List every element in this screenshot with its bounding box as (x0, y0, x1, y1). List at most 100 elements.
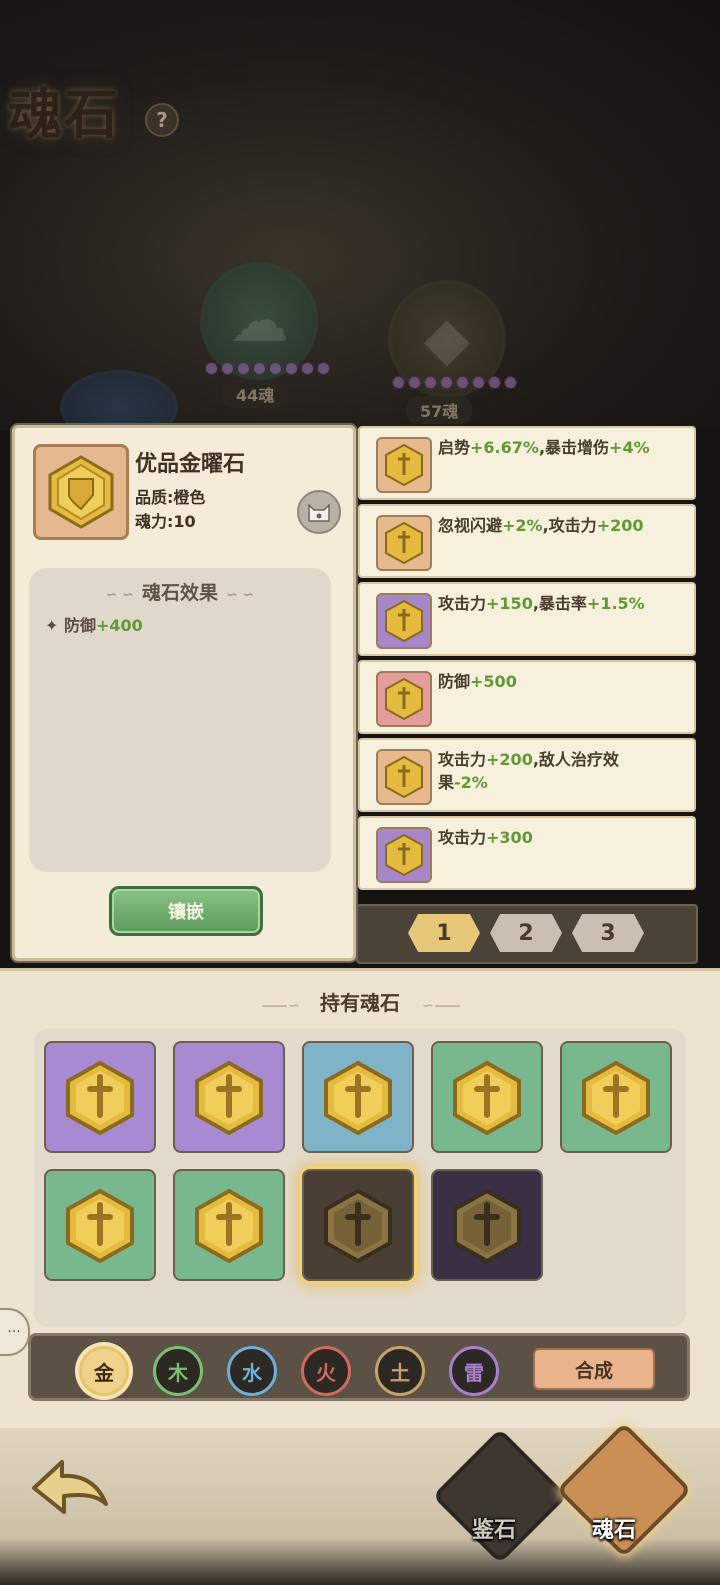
stone-thumb-icon (376, 671, 432, 727)
owned-stone-slot[interactable] (44, 1169, 156, 1281)
stat-value-2: +4% (609, 438, 650, 457)
stone-power: 魂力:10 (135, 512, 196, 531)
sword-gem-icon (453, 1060, 521, 1136)
soul-effect-item[interactable]: 启势+6.67%,暴击增伤+4% (358, 426, 696, 500)
sword-gem-icon (385, 755, 423, 799)
stat-name-2: ,攻击力 (542, 516, 597, 535)
stat-value: +6.67% (470, 438, 539, 457)
stat-value: +150 (486, 594, 533, 613)
owned-title: —— ∽ 持有魂石 ∽ —— (0, 987, 720, 1016)
owned-stone-slot[interactable] (431, 1041, 543, 1153)
cloud-icon: ☁ (229, 286, 289, 356)
sword-gem-icon (453, 1188, 521, 1264)
page-button-1[interactable]: 1 (408, 914, 480, 952)
owned-stone-slot[interactable] (302, 1169, 414, 1281)
stone-thumb-icon (376, 749, 432, 805)
inlay-button[interactable]: 镶嵌 (109, 886, 263, 936)
stat-name-2: ,暴击增伤 (538, 438, 610, 457)
stat-value: +2% (502, 516, 543, 535)
cat-lock-glyph (308, 503, 330, 522)
owned-stone-slot[interactable] (431, 1169, 543, 1281)
element-filter-bar: 合成 金木水火土雷 (28, 1333, 690, 1401)
page-selector: 1 2 3 (356, 904, 698, 964)
stat-name: 防御 (438, 672, 471, 691)
element-filter-button[interactable]: 土 (375, 1346, 425, 1396)
sword-gem-icon (66, 1188, 134, 1264)
sword-gem-icon (66, 1060, 134, 1136)
element-filter-button[interactable]: 木 (153, 1346, 203, 1396)
lock-icon[interactable] (297, 490, 341, 534)
stat-value: +500 (470, 672, 517, 691)
back-arrow-icon[interactable] (24, 1448, 114, 1538)
sword-gem-icon (385, 443, 423, 487)
stat-name-2: ,暴击率 (532, 594, 587, 613)
owned-stone-slot[interactable] (173, 1041, 285, 1153)
soul-effect-item[interactable]: 攻击力+150,暴击率+1.5% (358, 582, 696, 656)
owned-stone-slot[interactable] (173, 1169, 285, 1281)
stone-effect-box: ∽ ∽ 魂石效果 ∽ ∽ ✦ 防御+400 (29, 568, 331, 872)
stone-thumb-icon (376, 515, 432, 571)
sword-gem-icon (195, 1188, 263, 1264)
stat-name: 忽视闪避 (438, 516, 503, 535)
soul-effect-item[interactable]: 攻击力+200,敌人治疗效果-2% (358, 738, 696, 812)
stat-value-2: +200 (596, 516, 644, 535)
soul-effect-text: 忽视闪避+2%,攻击力+200 (438, 514, 654, 537)
effect-stat: 防御 (63, 616, 96, 635)
background-scene (0, 0, 720, 430)
swirl-ornament-icon: ∽ ∽ (226, 587, 255, 603)
sword-gem-icon (385, 833, 423, 877)
slot-level-dots (392, 376, 517, 389)
element-filter-button[interactable]: 雷 (449, 1346, 499, 1396)
merge-button[interactable]: 合成 (533, 1348, 655, 1390)
stat-value: +300 (486, 828, 533, 847)
owned-stones-panel: —— ∽ 持有魂石 ∽ —— 合成 金木水火土雷 (0, 968, 720, 1431)
stat-name: 启势 (438, 438, 471, 457)
effect-line: ✦ 防御+400 (45, 612, 143, 636)
page-button-3[interactable]: 3 (572, 914, 644, 952)
ornament-icon: ∽ —— (422, 998, 461, 1014)
soul-effect-text: 防御+500 (438, 670, 654, 693)
sword-gem-icon (385, 521, 423, 565)
owned-stone-slot[interactable] (560, 1041, 672, 1153)
owned-stone-slot[interactable] (302, 1041, 414, 1153)
bottom-nav: 鉴石 魂石 (0, 1422, 720, 1585)
soul-effect-item[interactable]: 忽视闪避+2%,攻击力+200 (358, 504, 696, 578)
stat-name: 攻击力 (438, 750, 487, 769)
stone-detail-icon (33, 444, 129, 540)
soul-effect-item[interactable]: 防御+500 (358, 660, 696, 734)
soul-effect-text: 攻击力+200,敌人治疗效果-2% (438, 748, 654, 794)
star-bullet-icon: ✦ (45, 616, 59, 635)
ornament-icon: —— ∽ (261, 998, 300, 1014)
stat-name: 攻击力 (438, 594, 487, 613)
sword-gem-icon (582, 1060, 650, 1136)
help-icon[interactable]: ? (145, 103, 179, 137)
slot-label-57: 57魂 (406, 396, 473, 424)
stone-thumb-icon (376, 593, 432, 649)
stat-value-2: -2% (454, 773, 488, 792)
slot-level-dots (205, 362, 330, 375)
owned-stone-slot[interactable] (44, 1041, 156, 1153)
slot-label-44: 44魂 (222, 380, 289, 408)
element-filter-button[interactable]: 金 (79, 1346, 129, 1396)
swirl-ornament-icon: ∽ ∽ (105, 587, 134, 603)
sword-gem-icon (324, 1060, 392, 1136)
effect-title: ∽ ∽ 魂石效果 ∽ ∽ (29, 578, 331, 605)
stone-quality: 品质:橙色 (135, 488, 206, 507)
soul-effect-text: 攻击力+300 (438, 826, 654, 849)
shield-gem-icon (48, 455, 114, 529)
page-button-2[interactable]: 2 (490, 914, 562, 952)
element-filter-button[interactable]: 火 (301, 1346, 351, 1396)
stone-thumb-icon (376, 827, 432, 883)
sword-gem-icon (385, 677, 423, 721)
appraise-stone-label: 鉴石 (472, 1518, 517, 1543)
sword-gem-icon (195, 1060, 263, 1136)
sword-gem-icon (324, 1188, 392, 1264)
stone-thumb-icon (376, 437, 432, 493)
stat-name: 攻击力 (438, 828, 487, 847)
soul-effect-item[interactable]: 攻击力+300 (358, 816, 696, 890)
page-title: 魂石 (8, 82, 120, 146)
element-filter-button[interactable]: 水 (227, 1346, 277, 1396)
stone-name: 优品金曜石 (135, 452, 246, 477)
stone-grid (34, 1029, 686, 1327)
soul-stone-label: 魂石 (592, 1518, 637, 1543)
